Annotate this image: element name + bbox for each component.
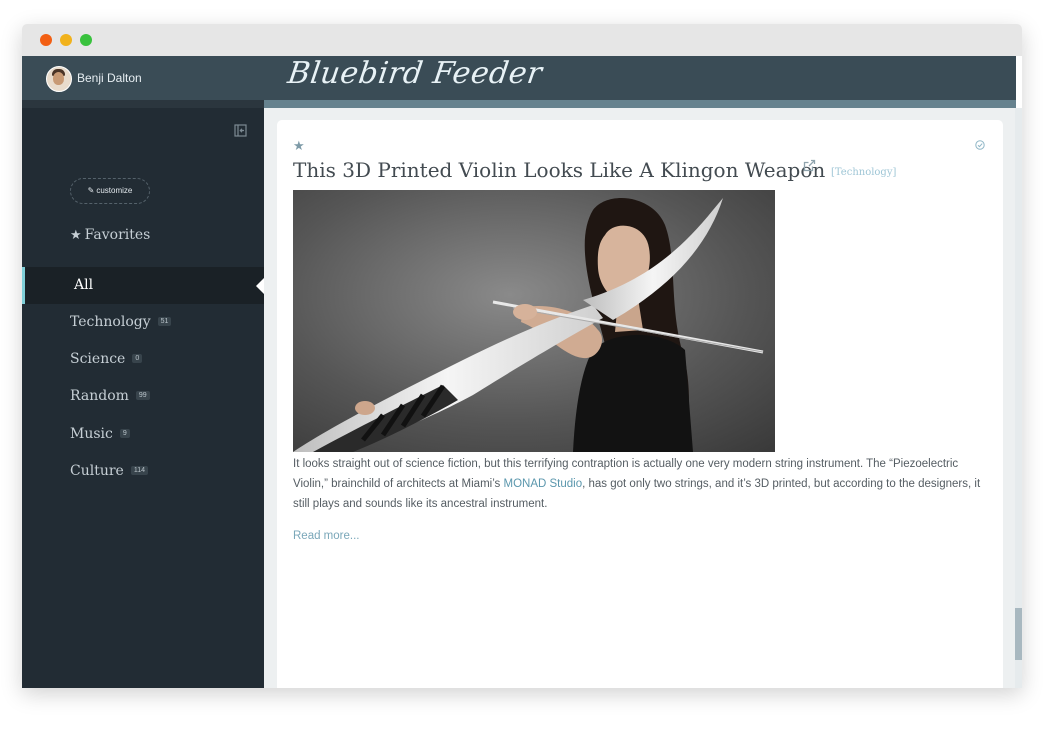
maximize-window-button[interactable] [80,34,92,46]
sidebar-item-label: Science [70,351,126,367]
customize-button[interactable]: ✎ customize [70,178,150,204]
external-link-icon[interactable] [803,159,816,172]
sidebar-item-label: Favorites [84,227,151,243]
unread-count-badge: 9 [119,428,130,438]
sidebar-item-label: Music [70,426,113,442]
star-icon: ★ [70,228,82,243]
sidebar-item-favorites[interactable]: ★ Favorites [22,217,264,254]
article-title[interactable]: This 3D Printed Violin Looks Like A Klin… [293,158,825,182]
sidebar-item-culture[interactable]: Culture 114 [22,453,264,490]
unread-count-badge: 99 [135,390,150,400]
sidebar-item-all[interactable]: All [22,267,264,304]
browser-window: Benji Dalton ✎customize ★Favorites All [22,24,1022,688]
sidebar-item-technology[interactable]: Technology 51 [22,304,264,341]
customize-label: customize [96,186,133,195]
mark-read-check-icon[interactable] [975,140,985,150]
sidebar-item-label: Technology [70,314,151,330]
avatar-icon[interactable] [46,66,72,92]
article-card: ★ This 3D Printed Violin Looks Like A Kl… [277,120,1003,688]
user-name[interactable]: Benji Dalton [77,71,142,85]
pencil-icon: ✎ [87,186,95,195]
sidebar-item-random[interactable]: Random 99 [22,378,264,415]
window-titlebar [22,24,1022,56]
sidebar-item-label: Culture [70,463,124,479]
sidebar: Benji Dalton ✎customize ★Favorites All [22,56,264,688]
main-content: Bluebird Feeder ★ This 3D Printed Violin… [264,56,1022,688]
scrollbar[interactable] [1015,108,1022,688]
close-window-button[interactable] [40,34,52,46]
collapse-sidebar-icon[interactable] [234,124,247,137]
category-tag[interactable]: [Technology] [831,167,896,178]
article-image [293,190,775,452]
sidebar-item-label: Random [70,388,129,404]
sidebar-item-music[interactable]: Music 9 [22,416,264,453]
scrollbar-thumb[interactable] [1015,608,1022,660]
unread-count-badge: 114 [130,465,148,475]
article-summary: It looks straight out of science fiction… [293,454,983,514]
sidebar-item-science[interactable]: Science 0 [22,341,264,378]
app-header: Bluebird Feeder [264,56,1016,108]
app-logo[interactable]: Bluebird Feeder [286,56,545,91]
monad-studio-link[interactable]: MONAD Studio [504,478,583,490]
unread-count-badge: 51 [157,316,172,326]
app: Benji Dalton ✎customize ★Favorites All [22,56,1022,688]
user-bar[interactable]: Benji Dalton [22,56,264,107]
minimize-window-button[interactable] [60,34,72,46]
sidebar-item-label: All [74,277,94,293]
unread-count-badge: 0 [132,353,143,363]
favorite-star-icon[interactable]: ★ [293,138,305,154]
read-more-link[interactable]: Read more... [293,530,359,542]
